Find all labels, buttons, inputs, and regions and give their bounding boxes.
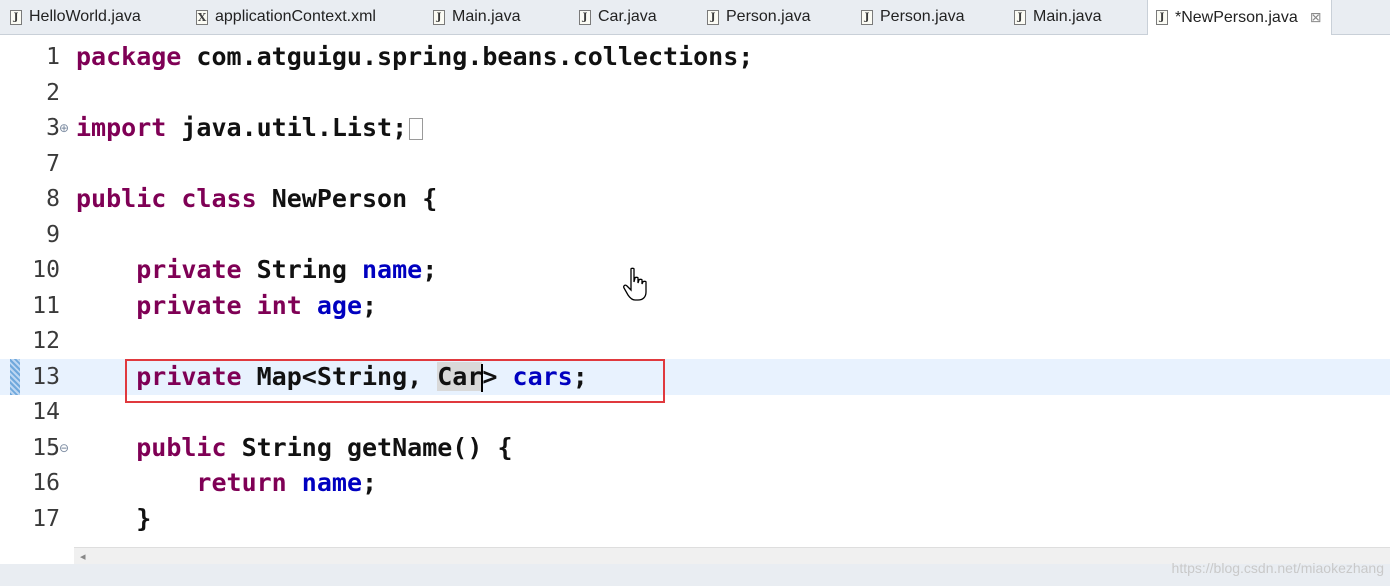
tab-label: Car.java [598, 8, 657, 25]
folded-code-icon[interactable] [409, 118, 424, 140]
keyword-token: int [256, 290, 302, 320]
tab-label: HelloWorld.java [29, 8, 141, 25]
line-number: 10 [32, 257, 60, 283]
code-token: ; [422, 255, 438, 284]
line-number: 7 [46, 150, 60, 177]
line-number: 13 [32, 363, 60, 390]
hand-cursor-icon [623, 267, 647, 301]
line-number: 14 [32, 399, 60, 425]
keyword-token: package [76, 42, 182, 71]
expand-fold-icon[interactable]: ⊕ [59, 110, 69, 146]
line-number: 2 [46, 79, 60, 106]
code-text: private int age; [76, 288, 377, 324]
code-line[interactable]: 1 package com.atguigu.spring.beans.collec… [0, 39, 1390, 75]
line-number: 8 [46, 186, 60, 212]
code-token: } [76, 503, 152, 533]
line-number: 15 [32, 434, 60, 461]
java-file-icon: J [1156, 10, 1168, 25]
tab-label: Person.java [726, 8, 811, 25]
line-number: 1 [46, 44, 60, 70]
xml-file-icon: X [196, 9, 208, 25]
scroll-left-icon[interactable]: ◂ [80, 548, 86, 565]
code-token: com.atguigu.spring.beans.collections; [181, 42, 754, 71]
tab-6[interactable]: J Main.java [1014, 0, 1101, 34]
keyword-token: class [181, 184, 257, 213]
code-line[interactable]: 3 ⊕ import java.util.List; [0, 110, 1390, 146]
keyword-token: public [136, 432, 227, 462]
tab-3[interactable]: J Car.java [579, 0, 657, 34]
code-token: java.util.List; [166, 113, 408, 142]
tab-1[interactable]: XapplicationContext.xml [196, 0, 376, 34]
collapse-fold-icon[interactable]: ⊖ [59, 430, 69, 466]
tab-2[interactable]: J Main.java [433, 0, 520, 34]
keyword-token: private [136, 255, 242, 284]
field-token: name [301, 468, 363, 497]
field-token: name [362, 255, 423, 284]
code-line[interactable]: 10 private String name; [0, 252, 1390, 288]
java-file-icon: J [1014, 9, 1026, 25]
java-file-icon: J [861, 9, 873, 25]
code-token: String getName() { [226, 432, 513, 462]
code-line[interactable]: 12 [0, 323, 1390, 359]
code-line[interactable]: 15 ⊖ public String getName() { [0, 430, 1390, 466]
tab-5[interactable]: J Person.java [861, 0, 965, 34]
tab-label: applicationContext.xml [215, 8, 376, 25]
tab-4[interactable]: J Person.java [707, 0, 811, 34]
code-text: return name; [76, 465, 377, 501]
code-line[interactable]: 11 private int age; [0, 288, 1390, 324]
java-file-icon: J [707, 9, 719, 25]
editor-tab-bar: J HelloWorld.java XapplicationContext.xml J… [0, 0, 1390, 35]
line-number: 17 [32, 505, 60, 532]
code-text: private String name; [76, 252, 437, 288]
code-line[interactable]: 9 [0, 217, 1390, 253]
code-editor[interactable]: 1 package com.atguigu.spring.beans.collec… [0, 35, 1390, 545]
code-token: ; [362, 290, 378, 320]
watermark: https://blog.csdn.net/miaokezhang [1171, 560, 1384, 576]
code-token: NewPerson { [256, 184, 438, 213]
code-text: } [76, 501, 151, 537]
keyword-token: public [76, 184, 167, 213]
keyword-token: return [196, 468, 287, 497]
code-token: ; [362, 468, 378, 497]
tab-label: *NewPerson.java [1175, 8, 1298, 26]
field-token: age [316, 290, 363, 320]
code-line[interactable]: 8 public class NewPerson { [0, 181, 1390, 217]
keyword-token: import [76, 113, 167, 142]
code-line[interactable]: 16 return name; [0, 465, 1390, 501]
tab-label: Main.java [452, 8, 521, 25]
keyword-token: private [136, 290, 242, 320]
close-tab-icon[interactable]: ⊠ [1310, 10, 1322, 26]
code-line[interactable]: 17 } [0, 501, 1390, 537]
java-file-icon: J [433, 9, 445, 25]
code-token: String [241, 255, 362, 284]
line-number: 11 [32, 292, 60, 319]
tab-0[interactable]: J HelloWorld.java [10, 0, 141, 34]
java-file-icon: J [579, 9, 591, 25]
code-text: import java.util.List; [76, 110, 424, 146]
code-line[interactable]: 7 [0, 146, 1390, 182]
annotation-highlight-box [125, 359, 665, 403]
code-line[interactable]: 2 [0, 75, 1390, 111]
line-number: 9 [46, 221, 60, 248]
tab-label: Main.java [1033, 8, 1102, 25]
line-number: 3 [46, 115, 60, 141]
code-text: package com.atguigu.spring.beans.collect… [76, 39, 753, 75]
tab-label: Person.java [880, 8, 965, 25]
java-file-icon: J [10, 9, 22, 25]
line-number: 16 [32, 470, 60, 496]
line-number: 12 [32, 328, 60, 354]
tab-7[interactable]: J *NewPerson.java ⊠ [1147, 0, 1333, 35]
code-text: public String getName() { [76, 430, 513, 466]
code-text: public class NewPerson { [76, 181, 437, 217]
